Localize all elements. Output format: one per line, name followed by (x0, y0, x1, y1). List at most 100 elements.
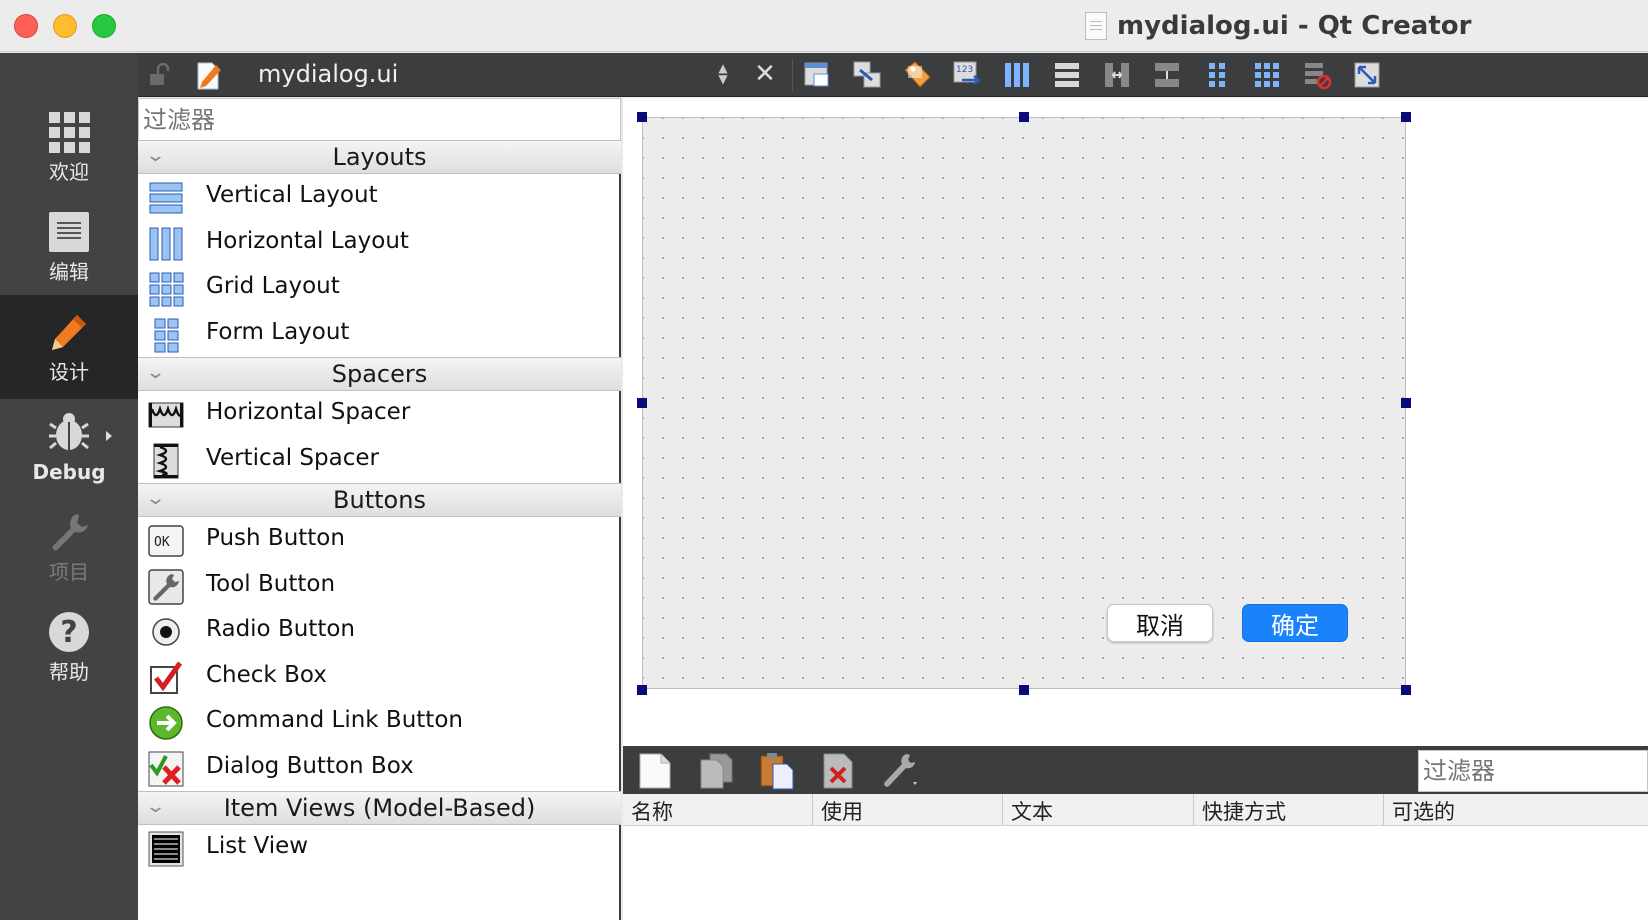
category-layouts[interactable]: ⌄ Layouts (138, 140, 621, 174)
ok-button[interactable]: 确定 (1242, 604, 1348, 642)
widget-grid-layout[interactable]: Grid Layout (138, 266, 621, 312)
expand-arrow-icon[interactable] (106, 431, 112, 441)
lay-out-horizontal-splitter-icon[interactable] (1102, 60, 1132, 90)
configure-icon[interactable] (881, 752, 917, 790)
lay-out-grid-icon[interactable] (1252, 60, 1282, 90)
resize-handle-right[interactable] (1401, 398, 1411, 408)
category-buttons[interactable]: ⌄ Buttons (138, 483, 621, 517)
category-spacers[interactable]: ⌄ Spacers (138, 357, 621, 391)
edit-signals-slots-icon[interactable] (852, 60, 882, 90)
delete-action-icon[interactable] (820, 752, 856, 790)
cancel-button[interactable]: 取消 (1107, 604, 1213, 642)
zoom-window-button[interactable] (92, 14, 116, 38)
resize-handle-bottom[interactable] (1019, 685, 1029, 695)
widget-label: Form Layout (206, 319, 350, 345)
lay-out-vertical-splitter-icon[interactable] (1152, 60, 1182, 90)
column-header-name[interactable]: 名称 (623, 794, 813, 826)
lay-out-vertically-icon[interactable] (1052, 60, 1082, 90)
copy-action-icon[interactable] (698, 752, 734, 790)
mode-design[interactable]: 设计 (0, 295, 138, 399)
widget-horizontal-spacer[interactable]: Horizontal Spacer (138, 392, 621, 438)
column-header-used[interactable]: 使用 (813, 794, 1003, 826)
paste-action-icon[interactable] (759, 752, 795, 790)
mode-label: Debug (32, 460, 106, 484)
document-proxy-icon[interactable] (1085, 12, 1107, 40)
resize-handle-top[interactable] (1019, 112, 1029, 122)
widget-push-button[interactable]: OK Push Button (138, 518, 621, 564)
widget-command-link-button[interactable]: Command Link Button (138, 700, 621, 746)
resize-handle-top-left[interactable] (637, 112, 647, 122)
list-view-icon (148, 831, 184, 867)
adjust-size-icon[interactable] (1352, 60, 1382, 90)
dialog-form[interactable]: 取消 确定 (642, 117, 1406, 689)
widget-check-box[interactable]: Check Box (138, 655, 621, 701)
title-bar: mydialog.ui - Qt Creator (0, 0, 1648, 52)
widget-form-layout[interactable]: Form Layout (138, 312, 621, 358)
resize-handle-top-right[interactable] (1401, 112, 1411, 122)
widget-label: Horizontal Layout (206, 228, 409, 254)
mode-projects[interactable]: 项目 (0, 495, 138, 599)
edit-tab-order-icon[interactable]: 123 (952, 60, 982, 90)
form-editor-canvas[interactable]: 取消 确定 (623, 98, 1648, 746)
mode-selector: 欢迎 编辑 设计 Debug 项目 ? 帮助 (0, 53, 138, 920)
widget-horizontal-layout[interactable]: Horizontal Layout (138, 221, 621, 267)
widget-dialog-button-box[interactable]: Dialog Button Box (138, 746, 621, 792)
widget-label: Grid Layout (206, 273, 340, 299)
mode-edit[interactable]: 编辑 (0, 195, 138, 299)
push-button-icon: OK (148, 523, 184, 559)
action-filter-input[interactable] (1418, 750, 1648, 792)
category-label: Layouts (332, 143, 427, 171)
column-header-text[interactable]: 文本 (1003, 794, 1194, 826)
command-link-icon (148, 705, 184, 741)
widget-radio-button[interactable]: Radio Button (138, 609, 621, 655)
edit-buddies-icon[interactable] (902, 60, 932, 90)
document-switcher-icon[interactable]: ▲ ▼ (716, 62, 730, 87)
resize-handle-bottom-left[interactable] (637, 685, 647, 695)
tool-button-icon (148, 569, 184, 605)
grid-layout-icon (148, 271, 184, 307)
widget-box: ⌄ Layouts Vertical Layout Horizontal Lay… (138, 98, 621, 920)
svg-text:123: 123 (956, 65, 973, 75)
column-header-checkable[interactable]: 可选的 (1384, 794, 1648, 826)
edit-widgets-icon[interactable] (802, 60, 832, 90)
mode-label: 设计 (49, 360, 89, 384)
horizontal-spacer-icon (148, 397, 184, 433)
lock-icon[interactable] (148, 62, 170, 87)
resize-handle-left[interactable] (637, 398, 647, 408)
open-document-name[interactable]: mydialog.ui (258, 59, 398, 89)
action-list[interactable] (623, 826, 1648, 920)
edit-document-icon (196, 59, 222, 91)
widget-label: Command Link Button (206, 707, 463, 733)
close-window-button[interactable] (14, 14, 38, 38)
lay-out-form-icon[interactable] (1202, 60, 1232, 90)
mode-welcome[interactable]: 欢迎 (0, 95, 138, 199)
resize-handle-bottom-right[interactable] (1401, 685, 1411, 695)
column-header-shortcut[interactable]: 快捷方式 (1194, 794, 1384, 826)
widget-label: Check Box (206, 662, 327, 688)
lay-out-horizontally-icon[interactable] (1002, 60, 1032, 90)
wrench-icon (47, 510, 91, 554)
widget-filter-input[interactable] (138, 98, 621, 142)
document-icon (47, 210, 91, 254)
widget-vertical-layout[interactable]: Vertical Layout (138, 175, 621, 221)
close-document-icon[interactable]: ✕ (750, 59, 780, 89)
widget-list-view[interactable]: List View (138, 826, 621, 872)
action-table-header: 名称 使用 文本 快捷方式 可选的 (623, 794, 1648, 826)
mode-label: 欢迎 (49, 160, 89, 184)
new-action-icon[interactable] (637, 752, 673, 790)
mode-label: 编辑 (49, 260, 89, 284)
break-layout-icon[interactable] (1302, 60, 1332, 90)
widget-label: Vertical Layout (206, 182, 378, 208)
widget-label: Vertical Spacer (206, 445, 379, 471)
mode-help[interactable]: ? 帮助 (0, 595, 138, 699)
bug-icon (47, 410, 91, 454)
mode-label: 项目 (49, 560, 89, 584)
category-item-views[interactable]: ⌄ Item Views (Model-Based) (138, 791, 621, 825)
minimize-window-button[interactable] (53, 14, 77, 38)
widget-vertical-spacer[interactable]: Vertical Spacer (138, 438, 621, 484)
window-title: mydialog.ui - Qt Creator (1117, 11, 1472, 41)
toolbar-separator (792, 59, 793, 91)
mode-debug[interactable]: Debug (0, 395, 138, 499)
widget-tool-button[interactable]: Tool Button (138, 564, 621, 610)
category-label: Item Views (Model-Based) (223, 794, 536, 822)
